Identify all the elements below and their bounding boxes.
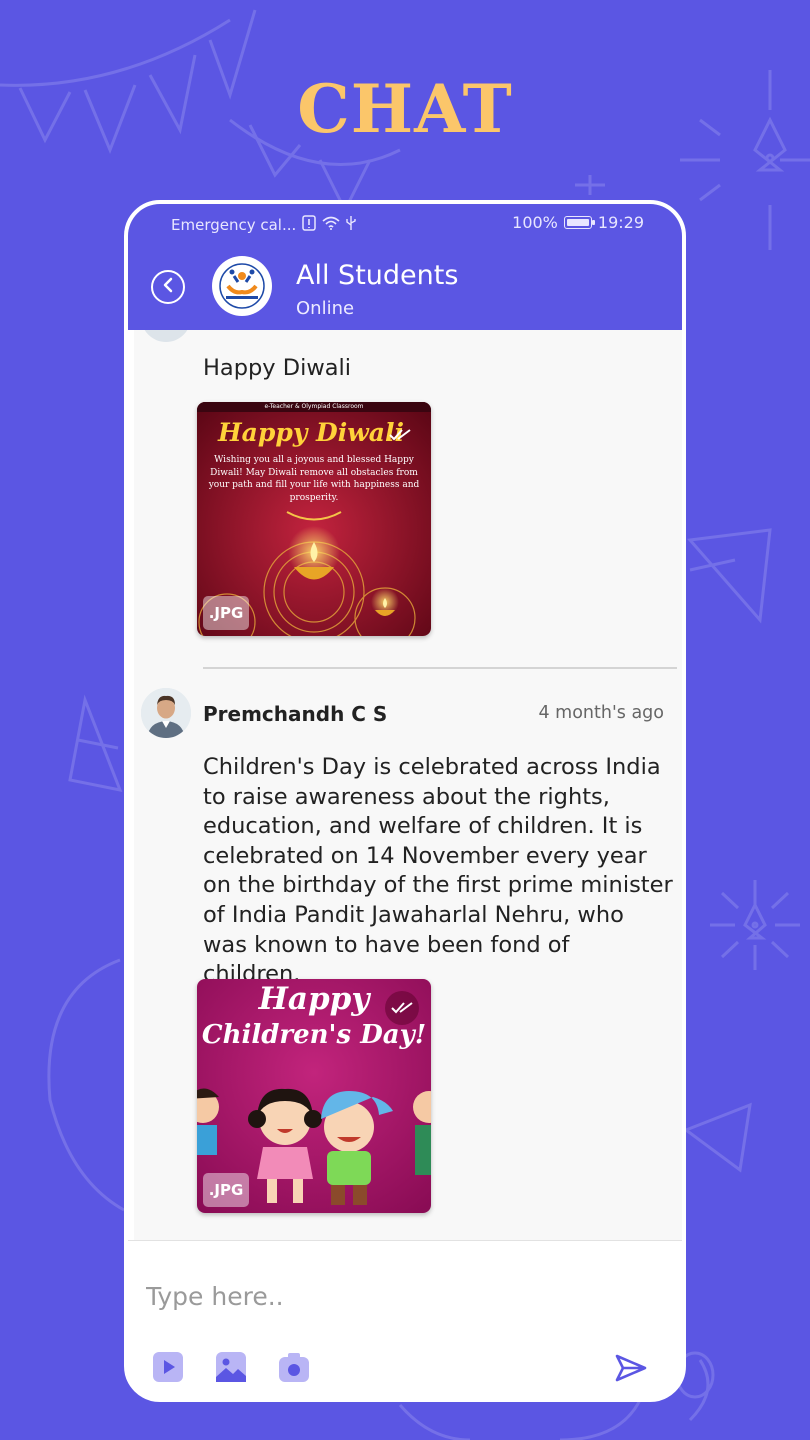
image-icon (216, 1352, 246, 1382)
camera-icon (279, 1353, 309, 1382)
message-composer (128, 1240, 682, 1398)
message-text: Children's Day is celebrated across Indi… (203, 754, 673, 988)
double-check-icon (385, 991, 419, 1025)
image-heading: Happy Diwali (218, 418, 404, 447)
school-logo-icon (213, 257, 271, 315)
app-bar: All Students Online (128, 244, 682, 330)
sender-avatar[interactable] (141, 688, 191, 738)
video-icon (153, 1352, 183, 1382)
video-button[interactable] (152, 1351, 184, 1383)
image-body: Wishing you all a joyous and blessed Hap… (208, 455, 420, 503)
avatar (141, 330, 191, 342)
carrier-label: Emergency cal... (171, 216, 297, 234)
wifi-icon (322, 216, 340, 234)
message-list[interactable]: Happy Diwali e-Teacher & Olympiad Classr… (134, 330, 682, 1240)
double-check-icon (383, 418, 417, 452)
chat-title: All Students (296, 260, 459, 291)
send-button[interactable] (614, 1353, 648, 1383)
battery-icon (563, 216, 595, 229)
file-type-badge: .JPG (203, 596, 249, 630)
back-button[interactable] (151, 270, 185, 304)
phone-frame: Emergency cal... 100% 19:29 All Students… (124, 200, 686, 1402)
person-photo-icon (141, 688, 191, 738)
message-timestamp: 4 month's ago (538, 703, 664, 723)
image-banner: e-Teacher & Olympiad Classroom (264, 403, 364, 410)
chat-status: Online (296, 298, 355, 319)
promo-title: CHAT (297, 70, 513, 148)
chevron-left-icon (161, 277, 175, 297)
diwali-image-attachment[interactable]: e-Teacher & Olympiad Classroom Happy Diw… (197, 402, 431, 636)
status-bar: Emergency cal... 100% 19:29 (128, 204, 682, 244)
usb-icon (346, 215, 356, 235)
childrens-day-image-attachment[interactable]: Happy Children's Day! .JPG (197, 979, 431, 1213)
image-button[interactable] (215, 1351, 247, 1383)
sender-name: Premchandh C S (203, 702, 388, 726)
clock: 19:29 (597, 213, 644, 232)
send-icon (615, 1354, 647, 1382)
battery-percent: 100% (512, 213, 558, 232)
file-type-badge: .JPG (203, 1173, 249, 1207)
group-avatar[interactable] (212, 256, 272, 316)
message-divider (203, 667, 677, 669)
message-input[interactable] (146, 1279, 566, 1313)
camera-button[interactable] (278, 1351, 310, 1383)
alert-icon (302, 215, 317, 235)
message-text: Happy Diwali (203, 355, 352, 381)
